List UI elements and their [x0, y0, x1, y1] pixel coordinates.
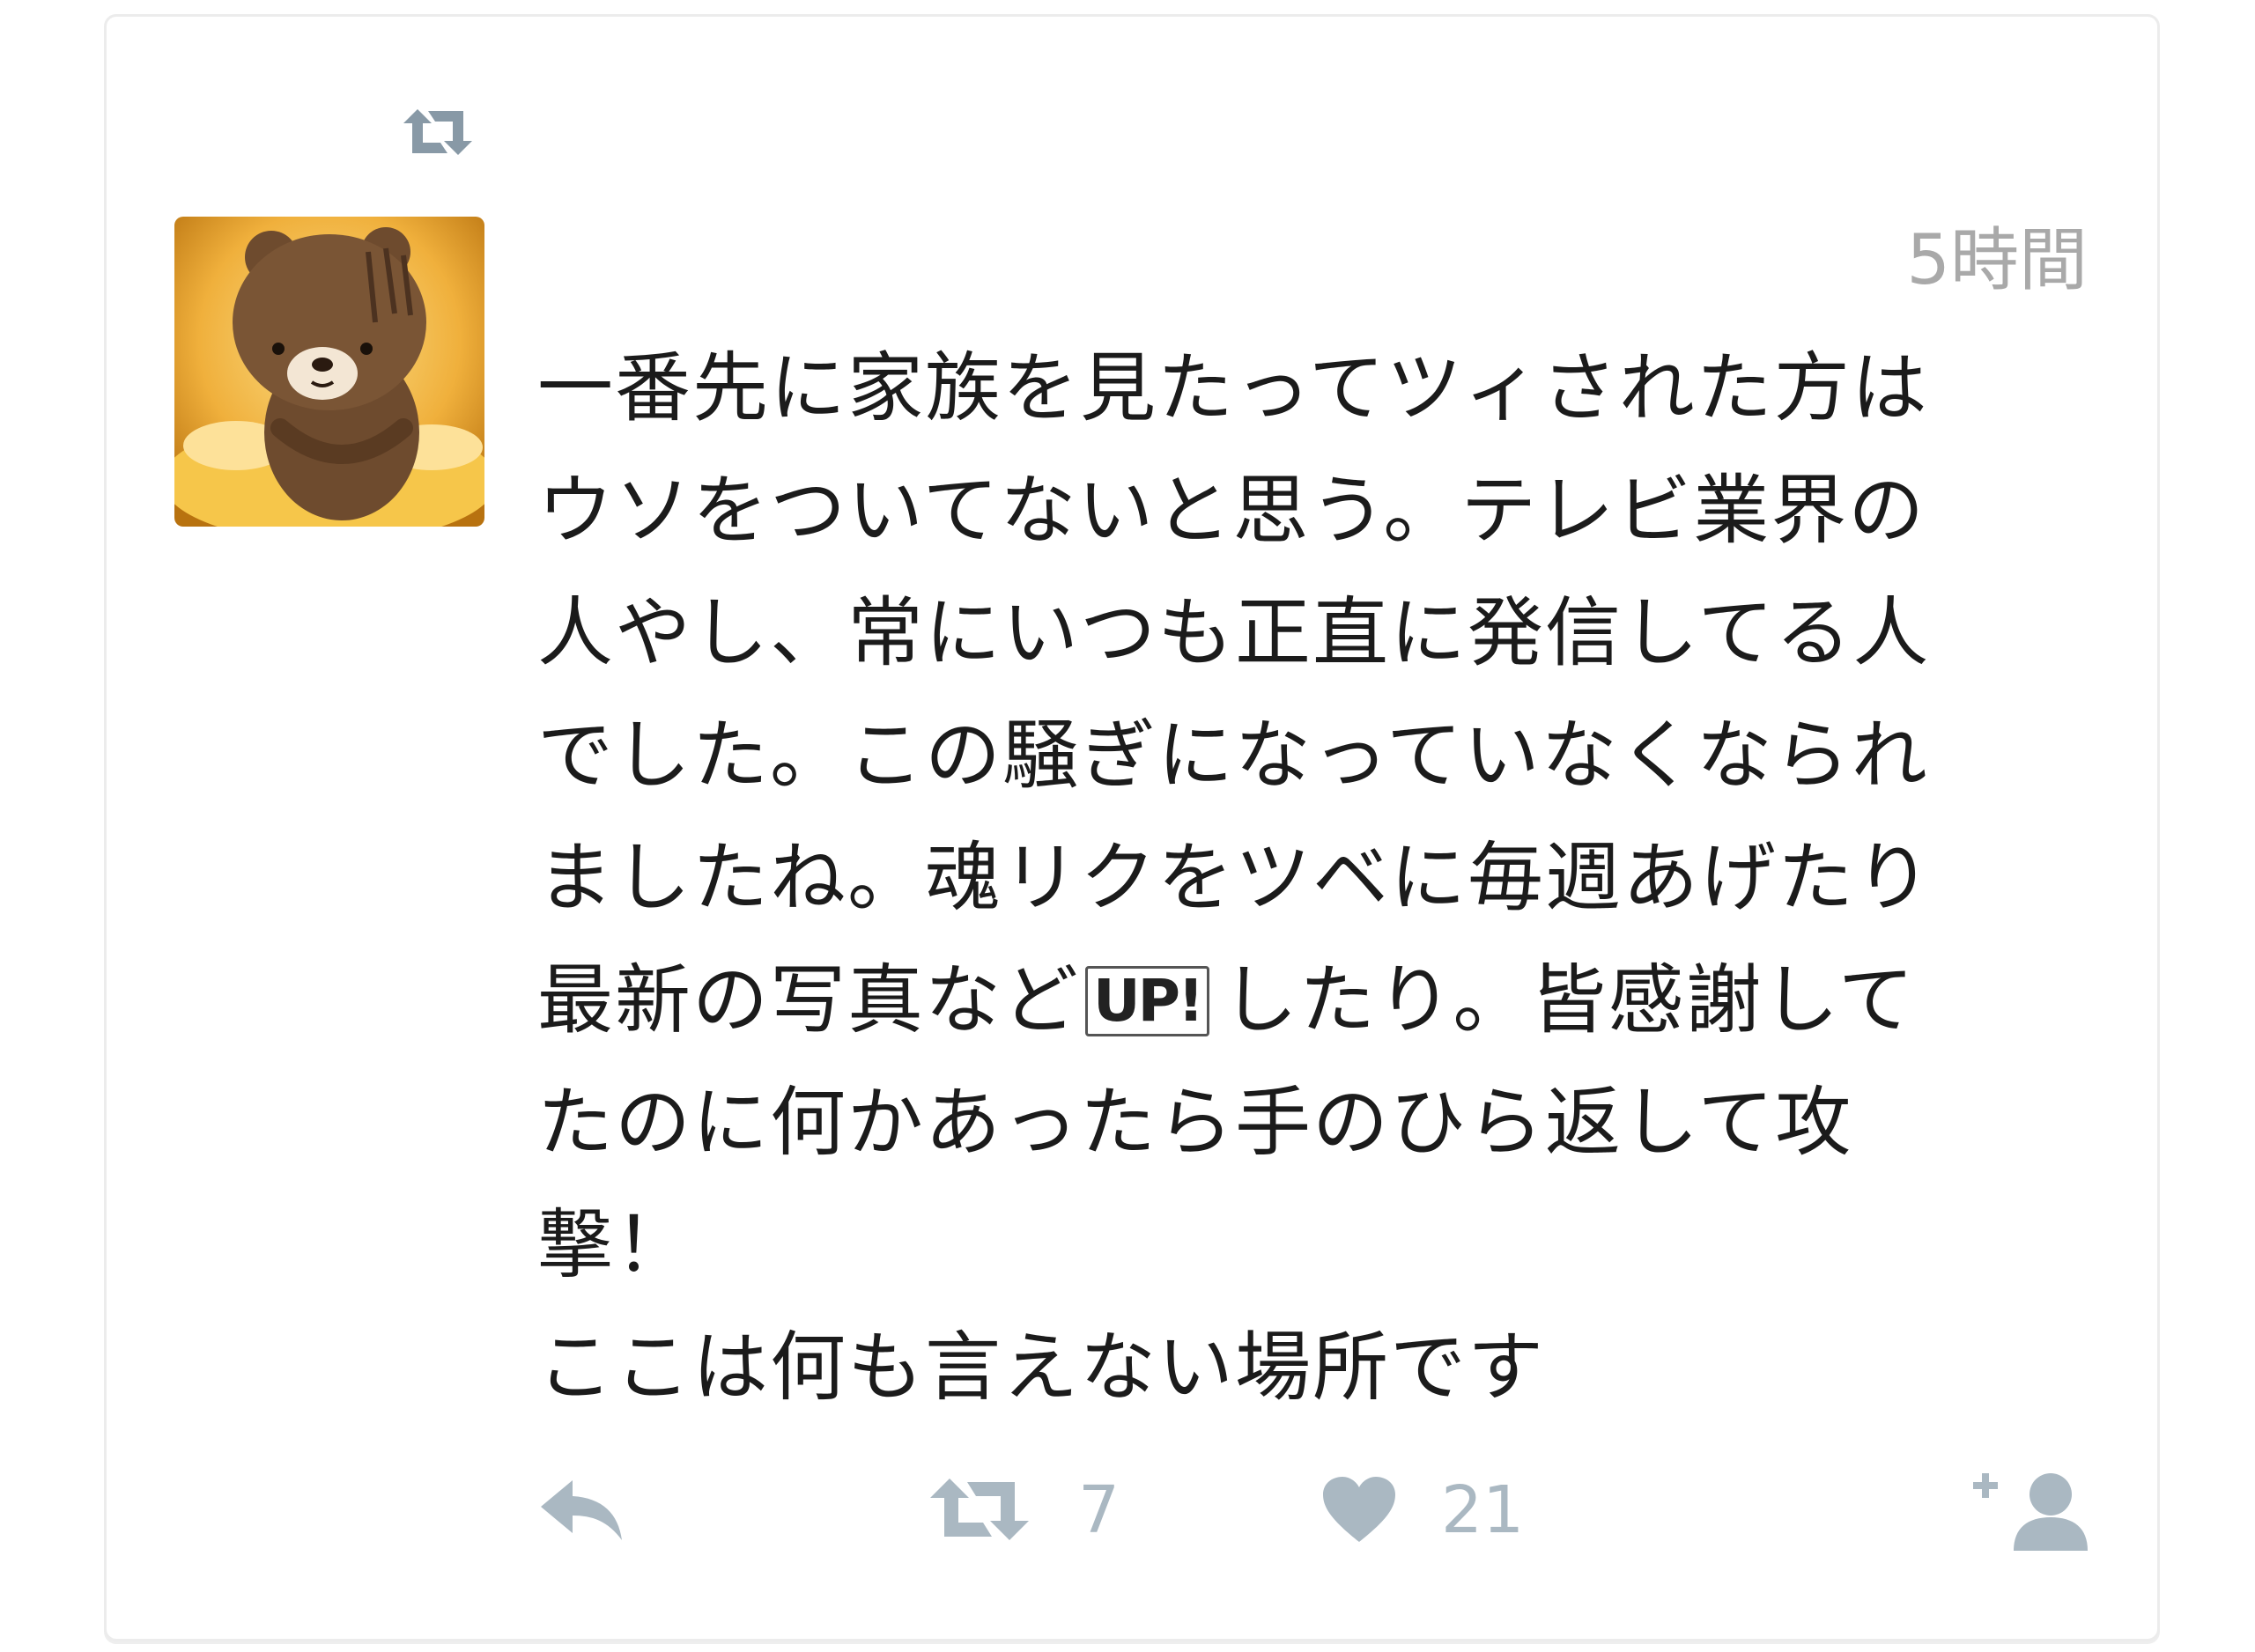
retweet-count: 7 — [1078, 1472, 1120, 1548]
follow-icon — [1973, 1473, 2088, 1551]
tweet-actions: 7 21 — [537, 1462, 2105, 1559]
up-emoji: UP! — [1085, 965, 1210, 1036]
tweet-line: ましたね。魂リクをツベに毎週あげたり — [537, 834, 1933, 922]
retweeter-name[interactable] — [546, 97, 1339, 159]
retweet-button[interactable]: 7 — [925, 1462, 1120, 1559]
tweet-line-segment: 最新の写真など — [537, 956, 1080, 1044]
reply-button[interactable] — [537, 1462, 629, 1559]
tweet-line: ここは何も言えない場所です — [537, 1324, 1545, 1412]
reply-icon — [541, 1480, 622, 1540]
tweet-line: たのに何かあったら手のひら返して攻 — [537, 1079, 1853, 1167]
heart-icon — [1323, 1477, 1395, 1542]
avatar[interactable] — [174, 217, 484, 527]
tweet-line: 人やし、常にいつも正直に発信してる人 — [537, 589, 1931, 677]
tweet-line: 撃！ — [537, 1201, 692, 1289]
follow-button[interactable] — [1970, 1462, 2096, 1559]
tweet-line: でした。この騒ぎになっていなくなられ — [537, 712, 1929, 800]
tweet-text: 一番先に家族を見たってツィされた方は ウソをついてないと思う。テレビ業界の 人や… — [537, 328, 2105, 1429]
tweet-timestamp[interactable]: 5時間 — [1906, 218, 2088, 303]
tweet-line-segment: したり。皆感謝して — [1222, 956, 1916, 1044]
tweet-line: 最新の写真など UP! したり。皆感謝して — [537, 940, 2105, 1062]
like-count: 21 — [1441, 1472, 1525, 1548]
retweet-icon — [398, 104, 477, 160]
like-button[interactable]: 21 — [1321, 1462, 1524, 1559]
retweet-icon — [930, 1479, 1029, 1540]
tweet-line: ウソをついてないと思う。テレビ業界の — [537, 467, 1926, 555]
tweet-line: 一番先に家族を見たってツィされた方は — [537, 344, 1929, 432]
